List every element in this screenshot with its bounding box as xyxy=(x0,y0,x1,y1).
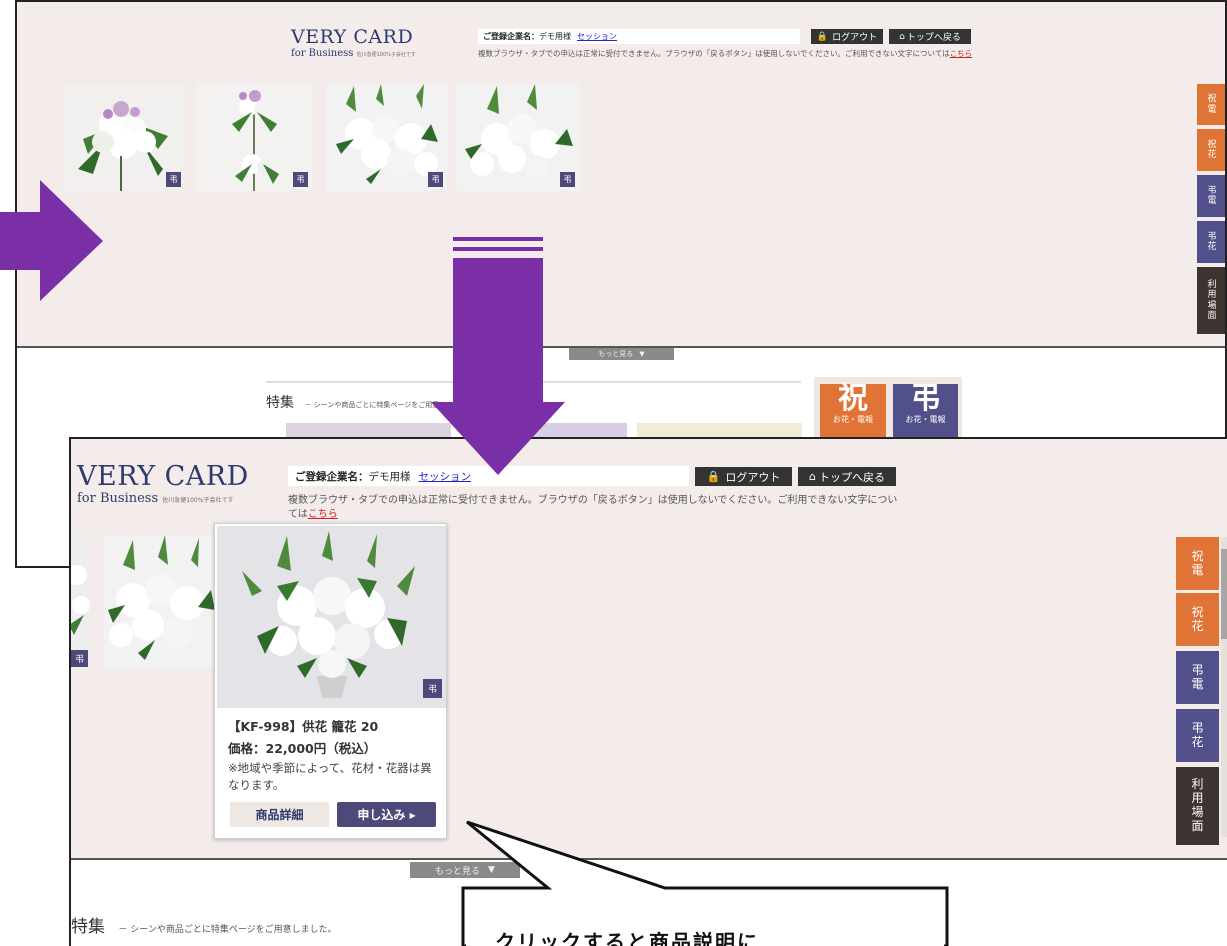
down-arrow-icon xyxy=(431,258,565,475)
callout-text: クリックすると商品説明に xyxy=(495,930,759,946)
arrow-bar xyxy=(453,237,543,241)
right-arrow-icon xyxy=(0,180,103,301)
tutorial-composite: VERY CARD for Business 佐川急便100%子会社です ご登録… xyxy=(0,0,1227,946)
arrow-bar xyxy=(453,247,543,251)
annotation-overlay xyxy=(0,180,949,946)
